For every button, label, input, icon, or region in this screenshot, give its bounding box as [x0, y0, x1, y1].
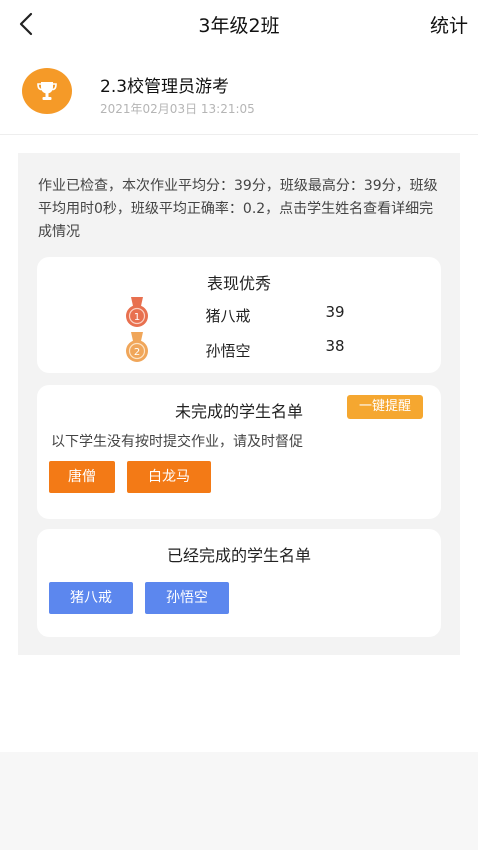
svg-text:1: 1 — [134, 312, 140, 323]
unfinished-student-chip[interactable]: 白龙马 — [127, 461, 211, 493]
trophy-icon — [37, 82, 57, 100]
excellent-card: 表现优秀 1 猪八戒 39 2 孙悟空 38 — [37, 257, 441, 373]
exam-time: 2021年02月03日 13:21:05 — [100, 102, 255, 116]
svg-text:2: 2 — [134, 347, 140, 358]
page-title: 3年级2班 — [198, 15, 280, 37]
finished-title: 已经完成的学生名单 — [166, 546, 311, 565]
unfinished-card: 未完成的学生名单 一键提醒 以下学生没有按时提交作业，请及时督促 唐僧 白龙马 — [37, 385, 441, 519]
finished-card: 已经完成的学生名单 猪八戒 孙悟空 — [37, 529, 441, 637]
excellent-student-score: 39 — [325, 303, 345, 321]
exam-name: 2.3校管理员游考 — [100, 77, 230, 97]
remind-all-button[interactable]: 一键提醒 — [347, 395, 423, 419]
excellent-student-score: 38 — [325, 337, 345, 355]
nav-bar: 3年级2班 统计 — [0, 0, 478, 48]
excellent-student-name[interactable]: 孙悟空 — [183, 340, 273, 361]
finished-student-chip[interactable]: 孙悟空 — [145, 582, 229, 614]
gold-medal-icon: 1 — [126, 297, 148, 327]
exam-info: 2.3校管理员游考 2021年02月03日 13:21:05 — [0, 58, 478, 135]
result-panel: 作业已检查，本次作业平均分：39分，班级最高分：39分，班级平均用时0秒，班级平… — [18, 153, 460, 655]
unfinished-student-chip[interactable]: 唐僧 — [49, 461, 115, 493]
silver-medal-icon: 2 — [126, 332, 148, 362]
excellent-student-name[interactable]: 猪八戒 — [183, 305, 273, 326]
unfinished-hint: 以下学生没有按时提交作业，请及时督促 — [51, 434, 303, 450]
trophy-badge — [22, 68, 72, 114]
summary-text: 作业已检查，本次作业平均分：39分，班级最高分：39分，班级平均用时0秒，班级平… — [38, 178, 438, 240]
stats-button[interactable]: 统计 — [430, 11, 468, 38]
finished-student-chip[interactable]: 猪八戒 — [49, 582, 133, 614]
excellent-title: 表现优秀 — [206, 274, 271, 293]
page: 3年级2班 统计 2.3校管理员游考 2021年02月03日 13:21:05 … — [0, 0, 478, 752]
